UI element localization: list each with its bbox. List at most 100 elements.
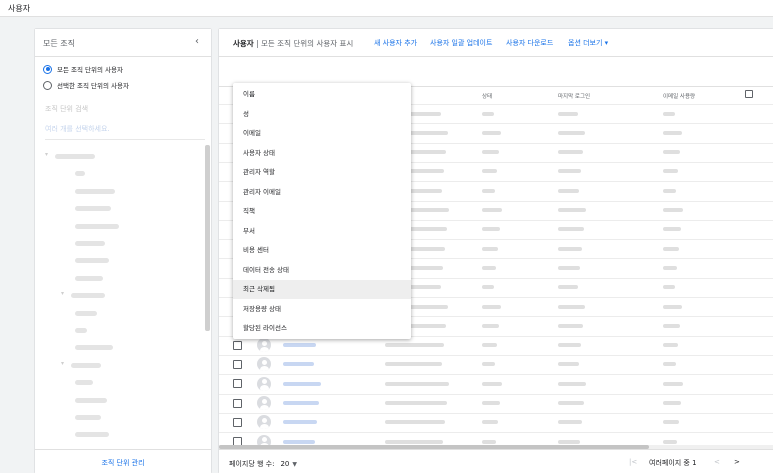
column-option[interactable]: 관리자 이메일 [233, 183, 411, 202]
user-email-usage [663, 111, 675, 116]
table-footer: 페이지당 행 수: 20 ▼ |< 여러페이지 중 1 < > [219, 449, 773, 473]
user-last-login [558, 362, 579, 367]
rows-per-page-value[interactable]: 20 [280, 460, 289, 468]
org-unit-item[interactable] [75, 223, 119, 229]
org-unit-item[interactable] [75, 258, 109, 264]
radio-selected-icon[interactable] [43, 64, 52, 74]
column-option[interactable]: 이메일 [233, 124, 411, 143]
org-search-input[interactable]: 여러 개를 선택하세요. [45, 124, 110, 134]
user-status [482, 188, 495, 193]
manage-org-units-link[interactable]: 조직 단위 관리 [35, 458, 211, 468]
user-last-login [558, 111, 578, 116]
tree-expand-icon[interactable]: ▾ [45, 151, 48, 158]
add-user-button[interactable]: 새 사용자 추가 [374, 38, 417, 48]
org-unit-item[interactable] [75, 188, 115, 194]
user-status [482, 111, 494, 116]
row-checkbox[interactable] [233, 417, 242, 427]
page-title: 사용자 [8, 4, 31, 13]
column-option[interactable]: 성 [233, 105, 411, 124]
org-unit-item[interactable] [75, 415, 101, 420]
org-panel-title: 모든 조직 [43, 39, 75, 48]
org-unit-item[interactable] [75, 206, 111, 212]
tree-expand-icon[interactable]: ▾ [61, 290, 64, 297]
user-email-usage [663, 439, 677, 444]
download-users-button[interactable]: 사용자 다운로드 [506, 38, 553, 48]
radio-selected-org-units[interactable]: 선택한 조직 단위의 사용자 [43, 79, 129, 91]
previous-page-icon[interactable]: < [714, 458, 720, 466]
org-unit-item[interactable] [75, 241, 105, 246]
collapse-chevron-icon[interactable]: ‹ [195, 36, 199, 47]
org-unit-item[interactable] [75, 432, 109, 438]
user-name-link[interactable] [283, 439, 315, 444]
row-divider [219, 432, 773, 434]
column-header-status[interactable]: 상태 [482, 92, 492, 100]
org-unit-item[interactable] [55, 154, 95, 159]
org-unit-item[interactable] [75, 310, 97, 316]
radio-all-org-units[interactable]: 모든 조직 단위의 사용자 [43, 63, 123, 75]
user-name-link[interactable] [283, 401, 319, 405]
user-status [482, 420, 498, 425]
user-email [385, 362, 442, 367]
org-search-label: 조직 단위 검색 [45, 105, 89, 113]
column-option[interactable]: 할당된 라이선스 [233, 319, 411, 338]
user-last-login [558, 343, 581, 348]
user-status [482, 227, 500, 232]
user-last-login [558, 246, 582, 251]
user-name-link[interactable] [283, 381, 321, 386]
column-option[interactable]: 이름 [233, 85, 411, 104]
tree-expand-icon[interactable]: ▾ [61, 360, 64, 367]
user-status [482, 343, 497, 348]
org-unit-item[interactable] [71, 293, 105, 299]
row-divider [219, 354, 773, 356]
user-email-usage [663, 265, 677, 270]
first-page-icon[interactable]: |< [629, 458, 637, 466]
row-checkbox[interactable] [233, 379, 242, 389]
column-option[interactable]: 직책 [233, 202, 411, 221]
bulk-update-users-button[interactable]: 사용자 일괄 업데이트 [430, 38, 492, 48]
user-status [482, 323, 499, 328]
org-unit-item[interactable] [75, 171, 85, 177]
column-header-last-login[interactable]: 마지막 로그인 [558, 92, 590, 100]
column-settings-icon[interactable] [745, 90, 753, 98]
org-unit-item[interactable] [75, 380, 93, 386]
org-tree-scrollbar[interactable] [205, 145, 210, 331]
org-unit-item[interactable] [75, 275, 103, 281]
row-divider [219, 393, 773, 395]
row-checkbox[interactable] [233, 398, 242, 408]
row-checkbox[interactable] [233, 359, 242, 369]
column-option[interactable]: 사용자 상태 [233, 144, 411, 163]
column-option[interactable]: 부서 [233, 222, 411, 241]
user-status [482, 169, 497, 174]
org-unit-item[interactable] [75, 345, 113, 351]
more-options-button[interactable]: 옵션 더보기 ▾ [568, 38, 608, 48]
org-unit-item[interactable] [75, 328, 87, 333]
column-option[interactable]: 저장용량 상태 [233, 300, 411, 319]
org-unit-panel: 모든 조직 ‹ 모든 조직 단위의 사용자 선택한 조직 단위의 사용자 조직 … [35, 29, 211, 473]
user-email [385, 381, 449, 386]
user-status [482, 150, 499, 155]
row-checkbox[interactable] [233, 340, 242, 350]
org-unit-item[interactable] [71, 362, 101, 368]
column-option[interactable]: 관리자 역할 [233, 163, 411, 182]
user-email-usage [663, 150, 680, 155]
chevron-down-icon[interactable]: ▼ [292, 461, 297, 468]
user-status [482, 265, 496, 270]
rows-per-page[interactable]: 페이지당 행 수: 20 ▼ [229, 459, 297, 469]
users-panel-header: 사용자 | 모든 조직 단위의 사용자 표시 새 사용자 추가 사용자 일괄 업… [219, 29, 773, 57]
column-option[interactable]: 최근 삭제됨 [233, 280, 411, 299]
user-status [482, 246, 498, 251]
next-page-icon[interactable]: > [734, 458, 740, 466]
user-name-link[interactable] [283, 343, 316, 348]
pagination-text: 여러페이지 중 1 [649, 459, 697, 467]
user-name-link[interactable] [283, 362, 314, 367]
column-option[interactable]: 데이터 전송 상태 [233, 261, 411, 280]
org-unit-item[interactable] [75, 397, 107, 403]
radio-label: 선택한 조직 단위의 사용자 [57, 82, 129, 90]
user-email [385, 420, 445, 425]
column-header-email-usage[interactable]: 이메일 사용량 [663, 92, 695, 100]
user-name-link[interactable] [283, 420, 317, 425]
column-option[interactable]: 비용 센터 [233, 241, 411, 260]
column-picker-menu: 이름 성 이메일 사용자 상태 관리자 역할 관리자 이메일 직책 부서 비용 센터 데이터 전송… [233, 83, 411, 339]
radio-unselected-icon[interactable] [43, 80, 52, 90]
user-last-login [558, 227, 584, 232]
